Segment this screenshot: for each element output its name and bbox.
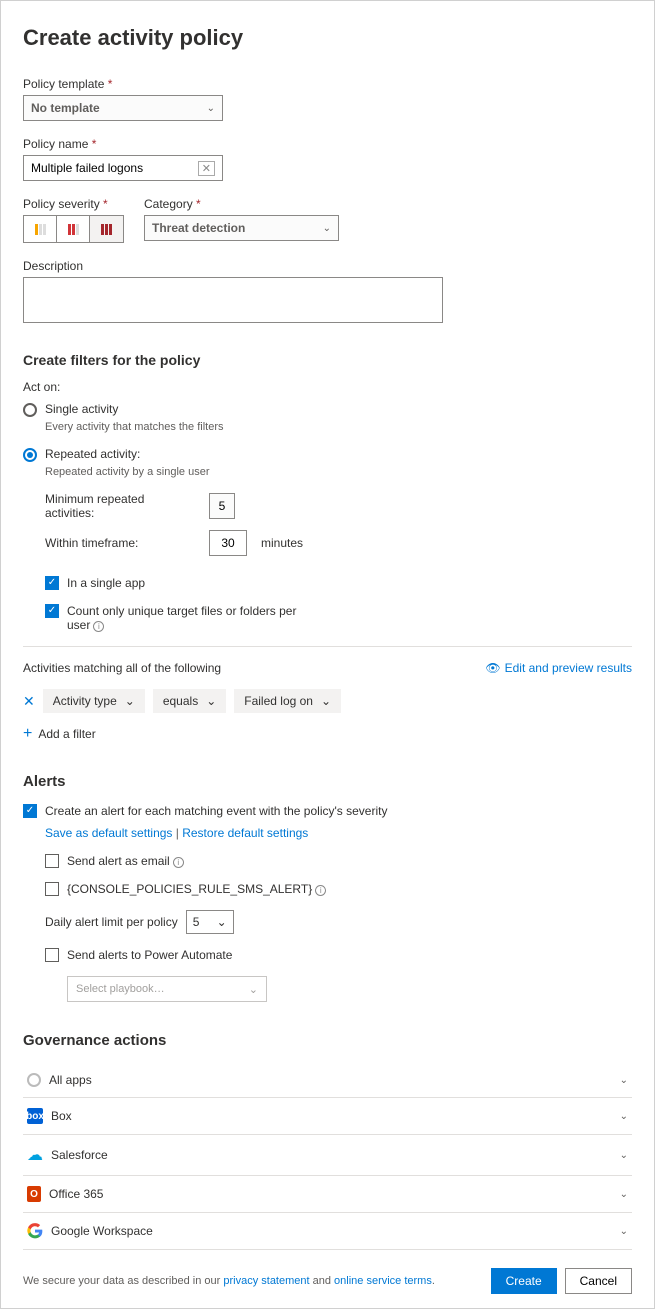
severity-low[interactable]: [24, 216, 57, 242]
single-activity-hint: Every activity that matches the filters: [45, 421, 632, 433]
box-icon: box: [27, 1108, 43, 1124]
daily-limit-label: Daily alert limit per policy: [45, 915, 178, 929]
description-input[interactable]: [23, 277, 443, 323]
policy-template-select[interactable]: No template ⌄: [23, 95, 223, 121]
filter-op-chip[interactable]: equals⌄: [153, 689, 226, 713]
policy-name-input[interactable]: [31, 161, 198, 175]
policy-template-label: Policy template: [23, 77, 632, 91]
preview-results-link[interactable]: 👁Edit and preview results: [485, 661, 632, 675]
governance-heading: Governance actions: [23, 1032, 632, 1049]
matching-label: Activities matching all of the following: [23, 661, 221, 675]
chevron-down-icon: ⌄: [249, 983, 258, 996]
single-activity-radio[interactable]: Single activity: [23, 402, 632, 417]
severity-selector[interactable]: [23, 215, 124, 243]
power-automate-checkbox[interactable]: Send alerts to Power Automate: [45, 948, 632, 962]
privacy-link[interactable]: privacy statement: [223, 1275, 309, 1287]
gov-row-box[interactable]: box Box ⌄: [23, 1098, 632, 1135]
save-default-link[interactable]: Save as default settings: [45, 826, 172, 840]
gov-row-allapps[interactable]: All apps ⌄: [23, 1063, 632, 1098]
restore-default-link[interactable]: Restore default settings: [182, 826, 308, 840]
plus-icon: +: [23, 725, 32, 742]
chevron-down-icon: ⌄: [620, 1075, 628, 1086]
chevron-down-icon: ⌄: [206, 694, 216, 708]
chevron-down-icon: ⌄: [620, 1111, 628, 1122]
cancel-button[interactable]: Cancel: [565, 1268, 632, 1294]
chevron-down-icon: ⌄: [321, 694, 331, 708]
create-alert-checkbox[interactable]: Create an alert for each matching event …: [23, 804, 632, 818]
office-icon: O: [27, 1186, 41, 1202]
chevron-down-icon: ⌄: [620, 1226, 628, 1237]
playbook-select[interactable]: Select playbook… ⌄: [67, 976, 267, 1002]
remove-filter-icon[interactable]: ✕: [23, 693, 35, 710]
add-filter-link[interactable]: +Add a filter: [23, 725, 632, 743]
info-icon: i: [93, 621, 104, 632]
severity-medium[interactable]: [57, 216, 90, 242]
policy-template-value: No template: [31, 101, 100, 115]
chevron-down-icon: ⌄: [620, 1189, 628, 1200]
filter-field-chip[interactable]: Activity type⌄: [43, 689, 145, 713]
chevron-down-icon: ⌄: [207, 103, 215, 114]
info-icon: i: [315, 885, 326, 896]
within-timeframe-input[interactable]: [209, 530, 247, 556]
google-icon: [27, 1223, 43, 1239]
policy-severity-label: Policy severity: [23, 197, 124, 211]
email-alert-checkbox[interactable]: Send alert as emaili: [45, 854, 632, 868]
chevron-down-icon: ⌄: [217, 915, 227, 929]
chevron-down-icon: ⌄: [125, 694, 135, 708]
salesforce-icon: ☁: [27, 1145, 43, 1165]
sms-alert-checkbox[interactable]: {CONSOLE_POLICIES_RULE_SMS_ALERT}i: [45, 882, 632, 896]
eye-icon: 👁: [485, 661, 500, 675]
act-on-label: Act on:: [23, 380, 632, 394]
repeated-activity-hint: Repeated activity by a single user: [45, 466, 632, 478]
chevron-down-icon: ⌄: [620, 1150, 628, 1161]
unique-targets-checkbox[interactable]: Count only unique target files or folder…: [45, 604, 305, 632]
description-label: Description: [23, 259, 632, 273]
filters-heading: Create filters for the policy: [23, 352, 632, 368]
gov-row-google[interactable]: Google Workspace ⌄: [23, 1213, 632, 1250]
create-button[interactable]: Create: [491, 1268, 557, 1294]
info-icon: i: [173, 857, 184, 868]
min-activities-input[interactable]: [209, 493, 235, 519]
footer-text: We secure your data as described in our …: [23, 1275, 435, 1287]
policy-name-label: Policy name: [23, 137, 632, 151]
allapps-icon: [27, 1073, 41, 1087]
chevron-down-icon: ⌄: [323, 223, 331, 234]
repeated-activity-radio[interactable]: Repeated activity:: [23, 447, 632, 462]
gov-row-salesforce[interactable]: ☁ Salesforce ⌄: [23, 1135, 632, 1176]
category-select[interactable]: Threat detection ⌄: [144, 215, 339, 241]
daily-limit-select[interactable]: 5 ⌄: [186, 910, 234, 934]
single-app-checkbox[interactable]: In a single app: [45, 576, 632, 590]
within-timeframe-label: Within timeframe:: [45, 536, 195, 550]
clear-icon[interactable]: ✕: [198, 161, 215, 176]
filter-value-chip[interactable]: Failed log on⌄: [234, 689, 341, 713]
category-value: Threat detection: [152, 221, 245, 235]
gov-row-office[interactable]: O Office 365 ⌄: [23, 1176, 632, 1213]
severity-high[interactable]: [90, 216, 123, 242]
category-label: Category: [144, 197, 339, 211]
terms-link[interactable]: online service terms: [334, 1275, 432, 1287]
alerts-heading: Alerts: [23, 773, 632, 790]
within-timeframe-unit: minutes: [261, 536, 303, 550]
page-title: Create activity policy: [23, 25, 632, 51]
min-activities-label: Minimum repeated activities:: [45, 492, 195, 520]
